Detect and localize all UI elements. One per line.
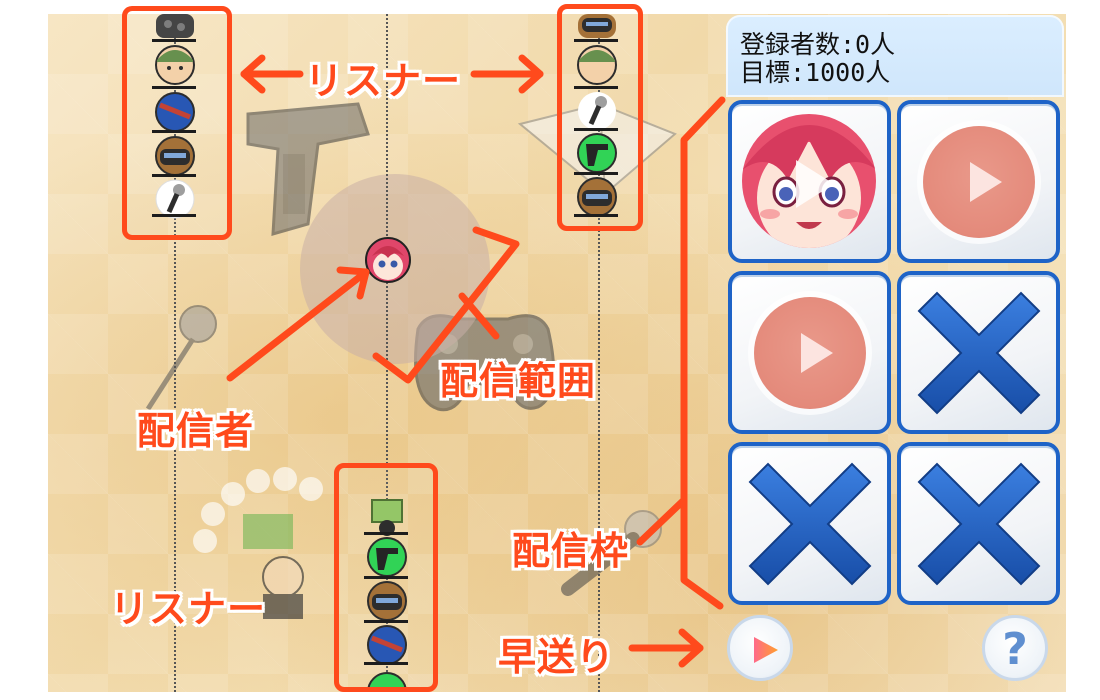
stream-slot-2[interactable] <box>897 100 1060 263</box>
subscriber-count: 登録者数:0人 <box>740 30 896 59</box>
stream-slot-3[interactable] <box>728 271 891 434</box>
play-icon <box>754 637 778 663</box>
label-listener-top: リスナー <box>305 59 462 103</box>
help-icon: ? <box>1002 624 1028 675</box>
stream-slot-5[interactable] <box>728 442 891 605</box>
label-listener-bottom: リスナー <box>110 587 267 631</box>
stream-slot-4[interactable] <box>897 271 1060 434</box>
x-icon <box>917 462 1041 586</box>
stream-slot-1[interactable] <box>728 100 891 263</box>
play-icon <box>796 160 834 208</box>
label-stream-range: 配信範囲 <box>440 359 597 403</box>
label-fast-forward: 早送り <box>498 635 616 679</box>
stream-slot-6[interactable] <box>897 442 1060 605</box>
help-button[interactable]: ? <box>982 615 1048 681</box>
label-stream-slots: 配信枠 <box>512 529 630 573</box>
x-icon <box>917 291 1041 415</box>
subscriber-goal: 目標:1000人 <box>740 58 891 87</box>
play-icon <box>801 333 833 373</box>
play-icon <box>970 162 1002 202</box>
x-icon <box>748 462 872 586</box>
stats-panel: 登録者数:0人 目標:1000人 <box>726 15 1064 97</box>
play-button-circle <box>754 297 866 409</box>
label-streamer: 配信者 <box>137 409 255 453</box>
play-button-circle <box>923 126 1035 238</box>
fast-forward-button[interactable] <box>727 615 793 681</box>
